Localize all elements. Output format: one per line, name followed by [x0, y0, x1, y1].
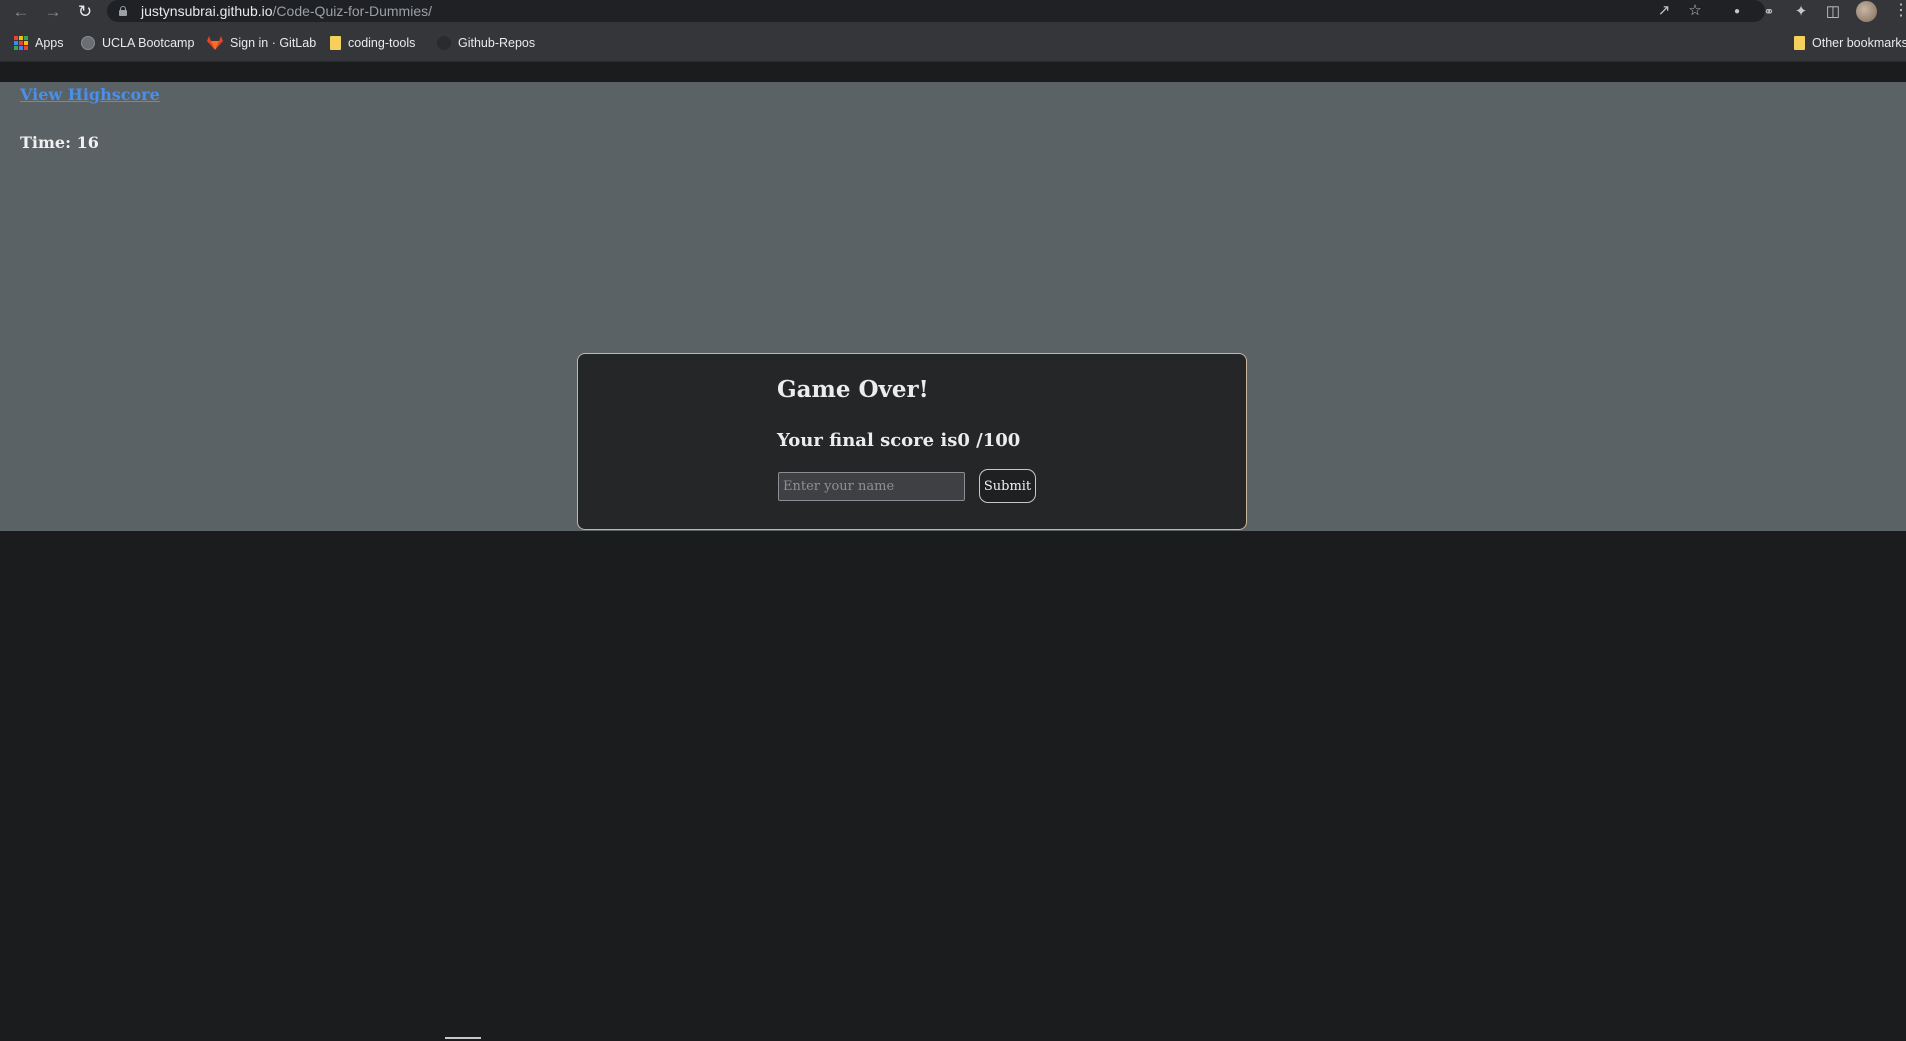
final-score-text: Your final score is0 /100: [777, 430, 1021, 451]
extension-dot-icon[interactable]: ●: [1727, 2, 1747, 22]
globe-icon: [81, 36, 95, 50]
profile-avatar[interactable]: [1856, 1, 1877, 22]
bookmark-apps[interactable]: Apps: [14, 33, 64, 53]
url-host: justynsubrai.github.io: [141, 3, 273, 19]
bookmark-label: Other bookmarks: [1812, 36, 1906, 50]
bookmark-label: Github-Repos: [458, 36, 536, 50]
bookmark-other[interactable]: Other bookmarks: [1794, 33, 1906, 53]
forward-arrow-icon[interactable]: →: [43, 2, 63, 22]
reload-icon[interactable]: ↻: [75, 2, 95, 22]
github-icon: [437, 36, 451, 50]
bookmark-label: Apps: [35, 36, 64, 50]
taskbar-indicator: [445, 1037, 481, 1039]
address-bar[interactable]: justynsubrai.github.io/Code-Quiz-for-Dum…: [107, 0, 1765, 22]
url-path: /Code-Quiz-for-Dummies/: [272, 3, 433, 19]
timer-display: Time: 16: [20, 133, 99, 152]
submit-button[interactable]: Submit: [979, 469, 1036, 503]
game-over-card: Game Over! Your final score is0 /100 Sub…: [577, 353, 1247, 530]
bookmark-github-repos[interactable]: Github-Repos: [437, 33, 535, 53]
extensions-puzzle-icon[interactable]: ✦: [1791, 2, 1811, 22]
url-text: justynsubrai.github.io/Code-Quiz-for-Dum…: [141, 3, 432, 19]
bookmark-label: coding-tools: [348, 36, 416, 50]
lock-icon: [119, 6, 127, 16]
bookmark-star-icon[interactable]: ☆: [1686, 3, 1704, 19]
bookmarks-bar: Apps UCLA Bootcamp Sign in · GitLab codi…: [0, 24, 1906, 62]
name-input[interactable]: [778, 472, 965, 501]
share-icon[interactable]: ↗: [1655, 3, 1673, 19]
apps-grid-icon: [14, 36, 28, 50]
folder-icon: [330, 36, 341, 50]
extension-glasses-icon[interactable]: ⚭: [1759, 2, 1779, 22]
bookmark-label: Sign in · GitLab: [230, 36, 317, 50]
game-over-title: Game Over!: [777, 376, 929, 403]
bookmark-label: UCLA Bootcamp: [102, 36, 195, 50]
side-panel-icon[interactable]: ◫: [1823, 2, 1843, 22]
view-highscore-link[interactable]: View Highscore: [20, 85, 160, 104]
bookmark-ucla-bootcamp[interactable]: UCLA Bootcamp: [81, 33, 194, 53]
folder-icon: [1794, 36, 1805, 50]
browser-toolbar: ← → ↻ justynsubrai.github.io/Code-Quiz-f…: [0, 0, 1906, 24]
page-header-strip: [0, 62, 1906, 82]
gitlab-icon: [207, 36, 223, 50]
browser-menu-icon[interactable]: ⋮: [1893, 1, 1906, 21]
bookmark-gitlab[interactable]: Sign in · GitLab: [207, 33, 316, 53]
back-arrow-icon[interactable]: ←: [11, 2, 31, 22]
bookmark-coding-tools[interactable]: coding-tools: [330, 33, 415, 53]
